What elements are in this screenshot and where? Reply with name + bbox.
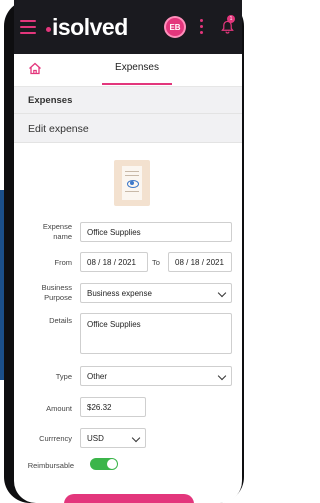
chevron-down-icon [217, 371, 227, 381]
home-icon[interactable] [28, 62, 42, 75]
currency-select[interactable]: USD [80, 428, 146, 448]
type-select[interactable]: Other [80, 366, 232, 386]
card-title: Edit expense [28, 123, 89, 135]
to-date-field[interactable]: 08 / 18 / 2021 [168, 252, 232, 272]
expense-name-field[interactable]: Office Supplies [80, 222, 232, 242]
toggle-knob [107, 459, 117, 469]
amount-field[interactable]: $26.32 [80, 397, 146, 417]
phone-frame: isolved EB 1 Expenses Expenses Edit expe… [4, 0, 244, 503]
top-app-bar: isolved EB 1 [14, 0, 242, 54]
notification-badge: 1 [227, 15, 235, 23]
expense-name-label: Expense name [42, 222, 72, 241]
business-purpose-label: Business Purpose [41, 283, 72, 302]
details-textarea[interactable]: Office Supplies [80, 313, 232, 354]
type-label: Type [55, 372, 72, 381]
details-label: Details [49, 316, 72, 325]
from-date-field[interactable]: 08 / 18 / 2021 [80, 252, 148, 272]
chevron-down-icon [217, 288, 227, 298]
logo: isolved [46, 14, 128, 41]
card-header: Edit expense [14, 113, 242, 143]
avatar[interactable]: EB [166, 18, 184, 36]
chevron-down-icon [131, 433, 141, 443]
logo-dot [46, 27, 51, 32]
bottom-action-button[interactable] [64, 494, 194, 503]
logo-text: isolved [52, 14, 128, 40]
tab-expenses[interactable]: Expenses [102, 62, 172, 73]
app-screen: isolved EB 1 Expenses Expenses Edit expe… [14, 0, 242, 503]
tab-bar: Expenses [14, 54, 242, 87]
kebab-menu-icon[interactable] [200, 19, 203, 37]
reimbursable-label: Reimbursable [27, 461, 74, 470]
amount-label: Amount [46, 404, 72, 413]
type-value: Other [87, 371, 108, 381]
section-title: Expenses [28, 95, 73, 106]
currency-label: Currrency [39, 434, 72, 443]
business-purpose-value: Business expense [87, 288, 152, 298]
receipt-icon[interactable] [114, 160, 150, 206]
tab-underline [102, 83, 172, 85]
to-label: To [152, 258, 160, 267]
business-purpose-select[interactable]: Business expense [80, 283, 232, 303]
section-header: Expenses [14, 87, 242, 113]
currency-value: USD [87, 433, 104, 443]
reimbursable-toggle[interactable] [90, 458, 118, 470]
from-label: From [54, 258, 73, 267]
hamburger-icon[interactable] [20, 20, 36, 34]
